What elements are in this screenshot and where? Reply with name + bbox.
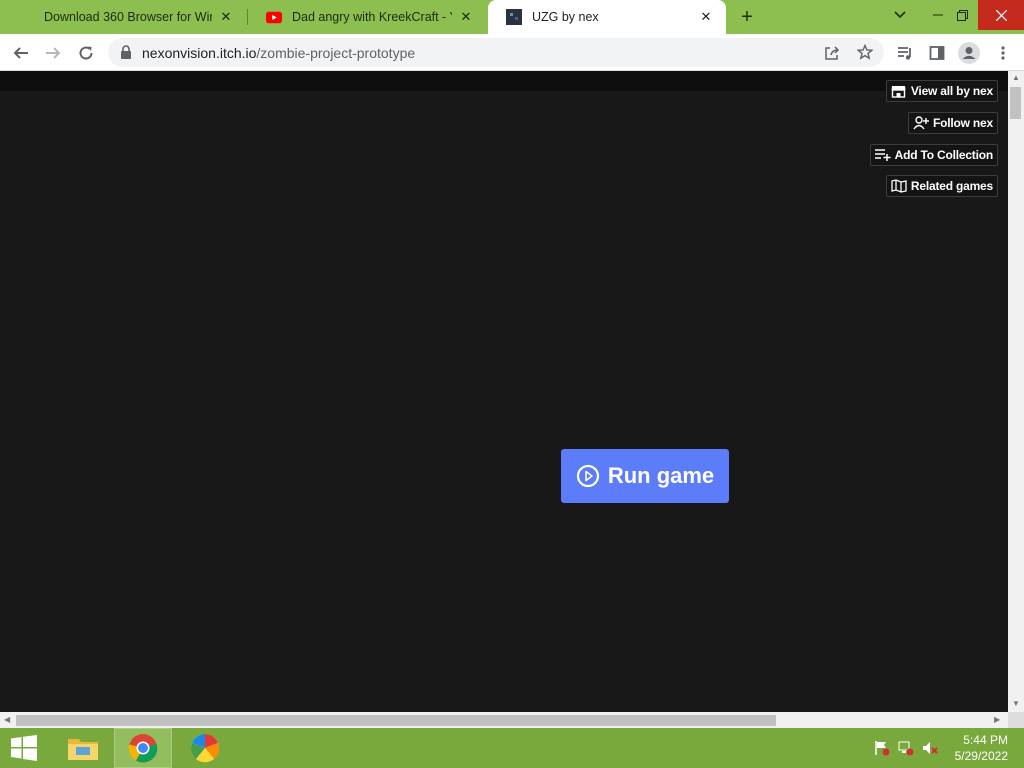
browser-toolbar: nexonvision.itch.io/zombie-project-proto… bbox=[0, 34, 1024, 71]
game-viewport: View all by nex Follow nex Add To Collec… bbox=[0, 71, 1008, 712]
side-panel-icon[interactable] bbox=[924, 40, 950, 66]
scroll-right-arrow-icon[interactable]: ▶ bbox=[994, 715, 1000, 724]
run-game-button[interactable]: Run game bbox=[561, 449, 729, 503]
windows-taskbar: 5:44 PM 5/29/2022 bbox=[0, 728, 1024, 768]
menu-kebab-icon[interactable] bbox=[990, 40, 1016, 66]
share-icon[interactable] bbox=[824, 45, 840, 66]
view-all-label: View all by nex bbox=[910, 84, 993, 98]
system-clock[interactable]: 5:44 PM 5/29/2022 bbox=[955, 732, 1008, 764]
close-tab-icon[interactable]: ✕ bbox=[218, 9, 234, 25]
network-icon[interactable] bbox=[898, 740, 914, 756]
clock-time: 5:44 PM bbox=[963, 733, 1008, 747]
clock-date: 5/29/2022 bbox=[954, 749, 1008, 763]
horizontal-scroll-thumb[interactable] bbox=[16, 715, 776, 726]
add-to-collection-label: Add To Collection bbox=[894, 148, 994, 162]
follow-label: Follow nex bbox=[932, 116, 993, 130]
map-icon bbox=[891, 179, 907, 193]
tab-youtube[interactable]: Dad angry with KreekCraft - YouT ✕ bbox=[248, 0, 486, 34]
photos-app-icon[interactable] bbox=[176, 728, 234, 768]
horizontal-scrollbar[interactable]: ◀ ▶ bbox=[0, 712, 1008, 728]
itch-game-icon bbox=[506, 9, 522, 25]
run-game-label: Run game bbox=[607, 463, 715, 488]
tab-strip: Download 360 Browser for Windo ✕ Dad ang… bbox=[0, 0, 1024, 34]
address-bar[interactable]: nexonvision.itch.io/zombie-project-proto… bbox=[108, 38, 884, 67]
chrome-taskbar-icon[interactable] bbox=[114, 728, 172, 768]
file-explorer-icon[interactable] bbox=[54, 728, 112, 768]
page-top-strip bbox=[0, 71, 1008, 91]
tab-title: Download 360 Browser for Windo bbox=[44, 10, 212, 24]
back-arrow-icon[interactable] bbox=[8, 40, 34, 66]
tab-title: UZG by nex bbox=[532, 10, 599, 24]
related-games-label: Related games bbox=[910, 179, 993, 193]
media-control-icon[interactable] bbox=[892, 40, 918, 66]
youtube-icon bbox=[266, 9, 282, 25]
360-browser-icon bbox=[18, 9, 34, 25]
lock-icon[interactable] bbox=[120, 45, 132, 64]
scroll-up-arrow-icon[interactable]: ▲ bbox=[1012, 73, 1020, 82]
vertical-scroll-thumb[interactable] bbox=[1010, 87, 1021, 119]
add-to-collection-button[interactable]: Add To Collection bbox=[869, 144, 998, 166]
new-tab-button[interactable]: + bbox=[737, 7, 757, 27]
start-windows-icon[interactable] bbox=[0, 728, 48, 768]
close-tab-icon[interactable]: ✕ bbox=[458, 9, 474, 25]
profile-avatar-icon[interactable] bbox=[956, 40, 982, 66]
reload-icon[interactable] bbox=[73, 40, 99, 66]
tab-360-browser[interactable]: Download 360 Browser for Windo ✕ bbox=[0, 0, 246, 34]
view-all-button[interactable]: View all by nex bbox=[885, 80, 998, 102]
forward-arrow-icon[interactable] bbox=[40, 40, 66, 66]
vertical-scrollbar[interactable]: ▲ ▼ bbox=[1008, 71, 1024, 712]
play-circle-icon bbox=[576, 464, 599, 488]
close-window-icon[interactable] bbox=[978, 0, 1024, 30]
tab-title: Dad angry with KreekCraft - YouT bbox=[292, 10, 452, 24]
bookmark-star-icon[interactable] bbox=[856, 43, 874, 65]
scroll-down-arrow-icon[interactable]: ▼ bbox=[1012, 699, 1020, 708]
restore-icon[interactable] bbox=[946, 0, 978, 30]
related-games-button[interactable]: Related games bbox=[885, 175, 998, 197]
tab-search-icon[interactable] bbox=[884, 0, 916, 30]
url-text: nexonvision.itch.io/zombie-project-proto… bbox=[142, 45, 415, 61]
tab-uzg[interactable]: UZG by nex ✕ bbox=[488, 0, 726, 34]
follow-button[interactable]: Follow nex bbox=[907, 112, 998, 134]
playlist-add-icon bbox=[874, 148, 891, 162]
action-center-flag-icon[interactable] bbox=[874, 740, 890, 756]
add-user-icon bbox=[913, 116, 929, 130]
volume-muted-icon[interactable] bbox=[922, 740, 938, 756]
scrollbar-corner bbox=[1008, 712, 1024, 728]
close-tab-icon[interactable]: ✕ bbox=[698, 9, 714, 25]
scroll-left-arrow-icon[interactable]: ◀ bbox=[4, 715, 10, 724]
url-path: /zombie-project-prototype bbox=[256, 45, 416, 61]
url-domain: nexonvision.itch.io bbox=[142, 45, 257, 61]
store-icon bbox=[891, 84, 907, 98]
